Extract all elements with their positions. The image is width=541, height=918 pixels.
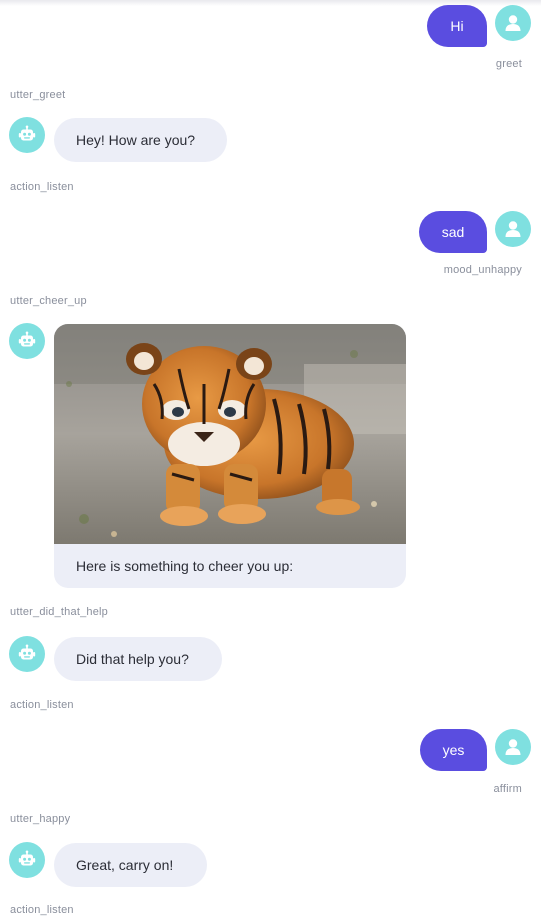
bot-message-bubble: Great, carry on! xyxy=(54,843,207,887)
user-message-text: sad xyxy=(441,224,465,240)
user-avatar xyxy=(495,729,531,765)
user-message-bubble: Hi xyxy=(427,5,487,47)
bot-avatar xyxy=(9,636,45,672)
user-message-text: Hi xyxy=(450,18,464,34)
user-avatar xyxy=(495,5,531,41)
bot-message-text: Hey! How are you? xyxy=(76,132,196,148)
action-label: utter_happy xyxy=(10,813,71,825)
tiger-cub-image[interactable] xyxy=(54,324,406,544)
bot-image-message: Here is something to cheer you up: xyxy=(54,324,406,588)
image-caption: Here is something to cheer you up: xyxy=(76,558,294,574)
bot-message-text: Did that help you? xyxy=(76,651,189,667)
bot-message-text: Great, carry on! xyxy=(76,857,174,873)
user-message-bubble: sad xyxy=(419,211,487,253)
bot-message-bubble: Did that help you? xyxy=(54,637,222,681)
action-label: utter_greet xyxy=(10,89,66,101)
intent-label: mood_unhappy xyxy=(443,264,522,276)
user-message-text: yes xyxy=(442,742,465,758)
bot-avatar xyxy=(9,842,45,878)
intent-label: affirm xyxy=(493,783,522,795)
action-label: utter_did_that_help xyxy=(10,606,108,618)
user-avatar xyxy=(495,211,531,247)
action-label: utter_cheer_up xyxy=(10,295,87,307)
bot-avatar xyxy=(9,323,45,359)
user-message-bubble: yes xyxy=(420,729,487,771)
bot-avatar xyxy=(9,117,45,153)
action-label: action_listen xyxy=(10,181,74,193)
intent-label: greet xyxy=(495,58,522,70)
robot-icon xyxy=(17,850,37,870)
robot-icon xyxy=(17,125,37,145)
action-label: action_listen xyxy=(10,699,74,711)
user-icon xyxy=(503,13,523,33)
bot-message-bubble: Hey! How are you? xyxy=(54,118,227,162)
robot-icon xyxy=(17,644,37,664)
action-label: action_listen xyxy=(10,904,74,916)
user-icon xyxy=(503,737,523,757)
robot-icon xyxy=(17,331,37,351)
user-icon xyxy=(503,219,523,239)
